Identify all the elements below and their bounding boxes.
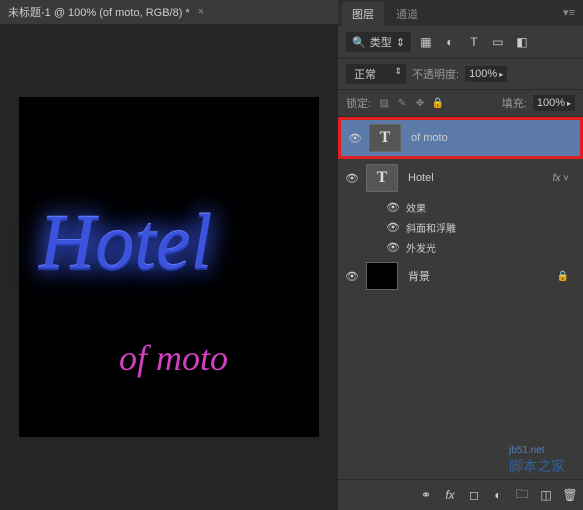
document-tab[interactable]: 未标题-1 @ 100% (of moto, RGB/8) * × <box>0 0 338 24</box>
layer-thumbnail[interactable] <box>366 262 398 290</box>
layers-panel: 图层 通道 ▾≡ 🔍 类型 ⇕ ▦ ◐ T ▭ ◧ 正常 不透明度: 100% … <box>338 0 583 510</box>
layer-name[interactable]: 背景 <box>404 268 551 284</box>
search-icon: 🔍 <box>352 36 366 49</box>
layer-row[interactable]: 👁 Tof moto <box>338 117 583 159</box>
layer-name[interactable]: Hotel <box>404 172 547 184</box>
layer-fx-icon[interactable]: fx <box>441 486 459 504</box>
opacity-input[interactable]: 100% <box>465 66 507 82</box>
layer-effect-row[interactable]: 👁 效果 <box>338 197 583 217</box>
layers-list: 👁 Tof moto 👁 T Hotel fx ˅ 👁 效果 👁 斜面和浮雕 👁 外发光 👁 背景 🔒 <box>338 117 583 479</box>
effect-name: 斜面和浮雕 <box>406 220 456 235</box>
layer-row[interactable]: 👁 背景 🔒 <box>338 257 583 295</box>
lock-position-icon[interactable]: ✥ <box>413 96 427 110</box>
lock-all-icon[interactable]: 🔒 <box>431 96 445 110</box>
blend-row: 正常 不透明度: 100% <box>338 59 583 90</box>
tab-channels[interactable]: 通道 <box>386 2 428 26</box>
canvas-viewport: Hotel of moto <box>0 24 338 510</box>
layer-effect-row[interactable]: 👁 斜面和浮雕 <box>338 217 583 237</box>
effect-name: 效果 <box>406 200 426 215</box>
document-title: 未标题-1 @ 100% (of moto, RGB/8) * <box>8 4 190 20</box>
lock-icon: 🔒 <box>557 271 577 282</box>
lock-row: 锁定: ▨ ✎ ✥ 🔒 填充: 100% <box>338 90 583 117</box>
trash-icon[interactable]: 🗑 <box>561 486 579 504</box>
canvas-text-moto: of moto <box>119 337 228 379</box>
filter-adjust-icon[interactable]: ◐ <box>441 33 459 51</box>
visibility-toggle-icon[interactable]: 👁 <box>344 172 360 185</box>
new-layer-icon[interactable]: ◫ <box>537 486 555 504</box>
layers-footer: ⚭ fx ◻ ◐ 🗀 ◫ 🗑 <box>338 479 583 510</box>
filter-smart-icon[interactable]: ◧ <box>513 33 531 51</box>
canvas-area: 未标题-1 @ 100% (of moto, RGB/8) * × Hotel … <box>0 0 338 510</box>
link-layers-icon[interactable]: ⚭ <box>417 486 435 504</box>
close-icon[interactable]: × <box>198 6 204 18</box>
filter-type-icon[interactable]: T <box>465 33 483 51</box>
effect-name: 外发光 <box>406 240 436 255</box>
panel-menu-icon[interactable]: ▾≡ <box>555 2 583 26</box>
filter-kind-select[interactable]: 🔍 类型 ⇕ <box>346 32 411 52</box>
canvas-text-hotel: Hotel <box>39 197 212 287</box>
group-icon[interactable]: 🗀 <box>513 486 531 504</box>
visibility-toggle-icon[interactable]: 👁 <box>347 132 363 145</box>
tab-layers[interactable]: 图层 <box>342 2 384 26</box>
watermark: jb51.net 脚本之家 <box>509 445 565 476</box>
layer-name[interactable]: of moto <box>407 132 574 144</box>
fill-label: 填充: <box>502 95 527 111</box>
layer-mask-icon[interactable]: ◻ <box>465 486 483 504</box>
layer-filter-row: 🔍 类型 ⇕ ▦ ◐ T ▭ ◧ <box>338 26 583 59</box>
adjustment-layer-icon[interactable]: ◐ <box>489 486 507 504</box>
lock-pixels-icon[interactable]: ✎ <box>395 96 409 110</box>
blend-mode-select[interactable]: 正常 <box>346 64 406 84</box>
layer-effect-row[interactable]: 👁 外发光 <box>338 237 583 257</box>
visibility-toggle-icon[interactable]: 👁 <box>386 241 400 254</box>
visibility-toggle-icon[interactable]: 👁 <box>386 221 400 234</box>
visibility-toggle-icon[interactable]: 👁 <box>344 270 360 283</box>
panel-tabs: 图层 通道 ▾≡ <box>338 0 583 26</box>
chevron-updown-icon: ⇕ <box>396 36 405 49</box>
lock-transparency-icon[interactable]: ▨ <box>377 96 391 110</box>
filter-shape-icon[interactable]: ▭ <box>489 33 507 51</box>
fx-badge-icon[interactable]: fx ˅ <box>553 173 577 184</box>
visibility-toggle-icon[interactable]: 👁 <box>386 201 400 214</box>
layer-thumbnail[interactable]: T <box>369 124 401 152</box>
opacity-label: 不透明度: <box>412 66 459 82</box>
fill-input[interactable]: 100% <box>533 95 575 111</box>
filter-pixel-icon[interactable]: ▦ <box>417 33 435 51</box>
filter-kind-label: 类型 <box>370 34 392 50</box>
layer-row[interactable]: 👁 T Hotel fx ˅ <box>338 159 583 197</box>
lock-icons: ▨ ✎ ✥ 🔒 <box>377 96 445 110</box>
lock-label: 锁定: <box>346 95 371 111</box>
canvas[interactable]: Hotel of moto <box>19 97 319 437</box>
layer-thumbnail[interactable]: T <box>366 164 398 192</box>
